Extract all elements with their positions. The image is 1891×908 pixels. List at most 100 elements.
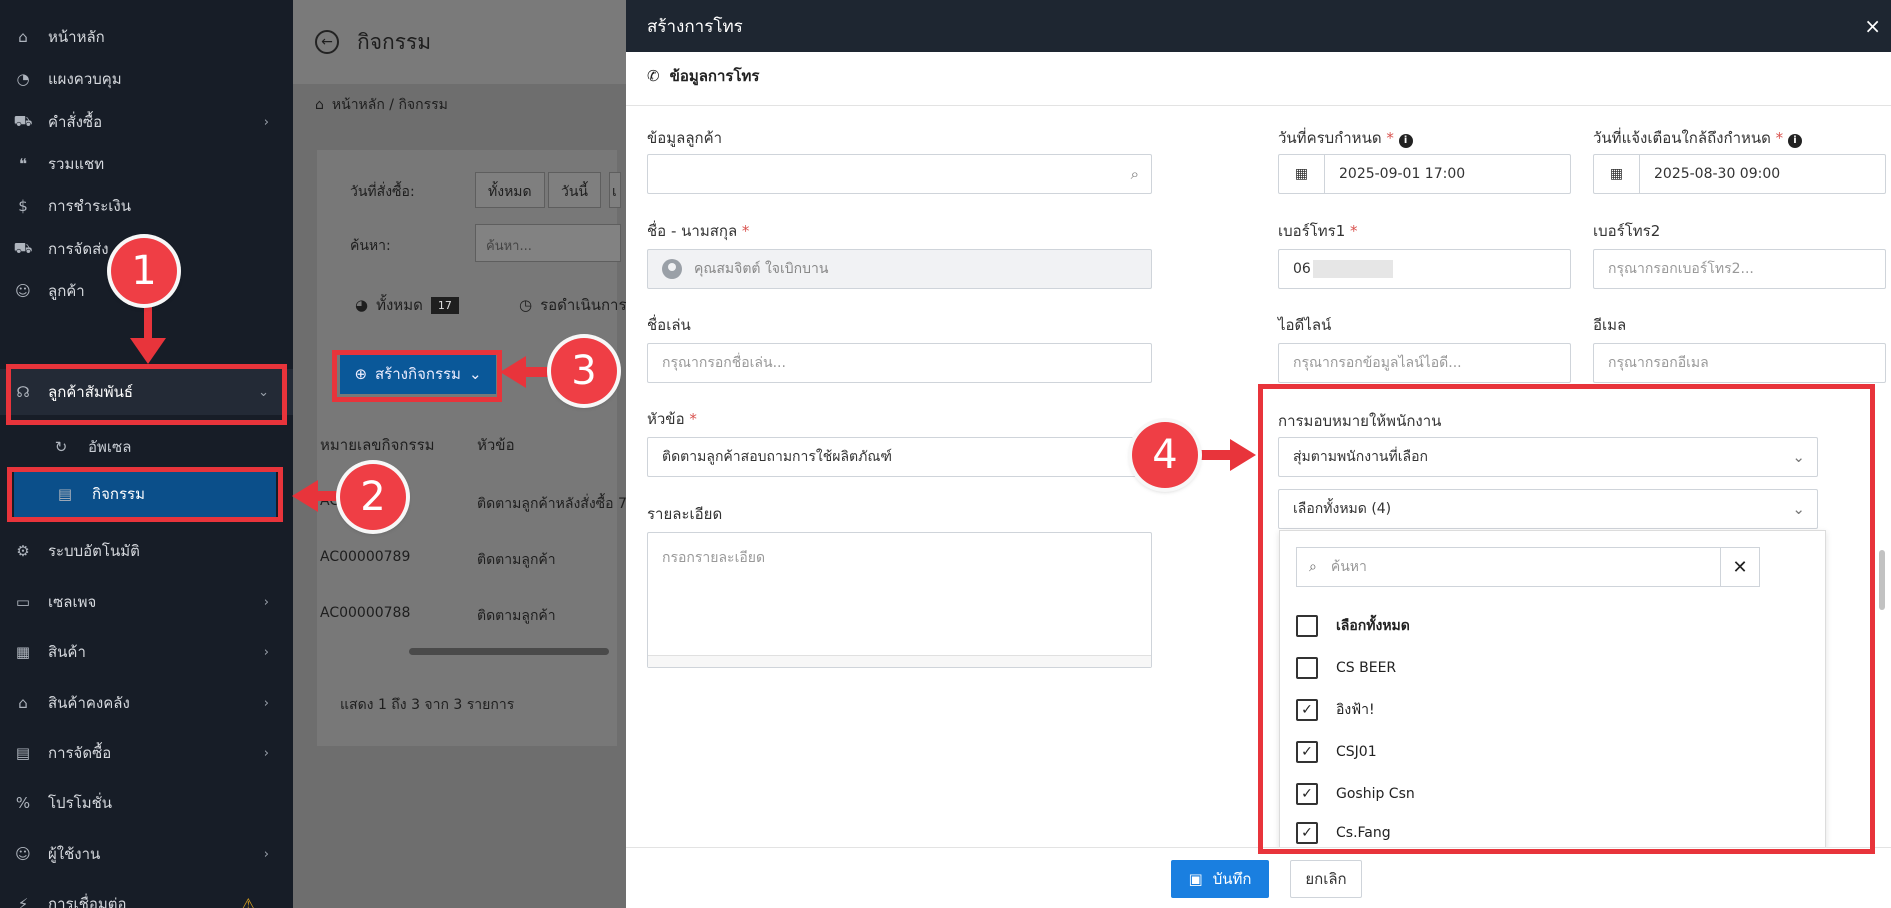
detail-textarea[interactable]: กรอกรายละเอียด	[647, 532, 1152, 668]
users-icon: ☺	[15, 282, 31, 300]
tab-all[interactable]: ◕ ทั้งหมด 17	[355, 293, 459, 317]
close-icon: ✕	[1732, 556, 1748, 578]
cancel-button[interactable]: ยกเลิก	[1290, 860, 1362, 898]
chevron-right-icon: ›	[263, 745, 269, 761]
call-info-section-title: ✆ ข้อมูลการโทร	[647, 64, 759, 88]
assignment-select[interactable]: สุ่มตามพนักงานที่เลือก ⌄	[1278, 437, 1818, 477]
option-staff[interactable]: ✓ Goship Csn	[1296, 779, 1415, 809]
sidebar-item-label: หน้าหลัก	[48, 28, 105, 46]
home-icon[interactable]: ⌂	[315, 97, 324, 113]
required-mark: *	[1386, 129, 1394, 147]
option-label: อิงฟ้า!	[1336, 702, 1375, 718]
chevron-right-icon: ›	[263, 846, 269, 862]
callout-badge-2: 2	[340, 464, 406, 530]
callout-badge-4: 4	[1132, 422, 1198, 488]
date-filter-more[interactable]: เ	[609, 172, 621, 208]
tab-count: 17	[430, 296, 459, 314]
resize-handle[interactable]	[648, 655, 1151, 667]
sidebar-item-crm[interactable]: ☊ ลูกค้าสัมพันธ์ ⌄	[0, 369, 293, 415]
sidebar-item-label: รวมแชท	[48, 155, 105, 173]
table-cell-subject[interactable]: ติดตามลูกค้า	[477, 549, 556, 571]
modal-scrollbar[interactable]	[1879, 540, 1885, 840]
table-horizontal-scrollbar[interactable]	[329, 646, 609, 656]
sidebar-item-promotion[interactable]: % โปรโมชั่น	[0, 780, 293, 826]
sidebar-item-label: ลูกค้า	[48, 282, 85, 300]
nickname-field[interactable]: กรุณากรอกชื่อเล่น...	[647, 343, 1152, 383]
sidebar-item-dashboard[interactable]: ◔ แผงควบคุม	[0, 56, 293, 102]
phone1-value: 06	[1293, 261, 1311, 277]
phone2-label: เบอร์โทร2	[1593, 222, 1661, 240]
sidebar-item-inventory[interactable]: ⌂ สินค้าคงคลัง ›	[0, 680, 293, 726]
sidebar-item-integrations[interactable]: ⚡ การเชื่อมต่อ ⚠	[0, 881, 293, 908]
required-mark: *	[689, 410, 697, 428]
option-select-all[interactable]: เลือกทั้งหมด	[1296, 611, 1410, 641]
email-placeholder: กรุณากรอกอีเมล	[1608, 355, 1709, 371]
sidebar-item-purchasing[interactable]: ▤ การจัดซื้อ ›	[0, 730, 293, 776]
table-cell-subject[interactable]: ติดตามลูกค้าหลังสั่งซื้อ 7	[477, 493, 627, 515]
sidebar-item-label: ระบบอัตโนมัติ	[48, 542, 140, 560]
sidebar-item-home[interactable]: ⌂ หน้าหลัก	[0, 14, 293, 60]
chevron-right-icon: ›	[263, 594, 269, 610]
table-cell-id: AC00000789	[320, 549, 411, 565]
sidebar-item-orders[interactable]: ⛟ คำสั่งซื้อ ›	[0, 99, 293, 145]
sidebar-item-users[interactable]: ☺ ผู้ใช้งาน ›	[0, 831, 293, 877]
option-staff[interactable]: CS BEER	[1296, 653, 1396, 683]
table-cell-subject[interactable]: ติดตามลูกค้า	[477, 605, 556, 627]
due-date-field[interactable]: ▦ 2025-09-01 17:00	[1278, 154, 1571, 194]
sidebar-item-products[interactable]: ▦ สินค้า ›	[0, 629, 293, 675]
plus-circle-icon: ⊕	[354, 365, 368, 383]
back-arrow-icon[interactable]: ←	[315, 30, 339, 54]
breadcrumb-text: หน้าหลัก / กิจกรรม	[331, 97, 448, 113]
option-staff[interactable]: ✓ อิงฟ้า!	[1296, 695, 1375, 725]
scrollbar-thumb[interactable]	[1879, 550, 1885, 610]
sidebar-item-salepage[interactable]: ▭ เซลเพจ ›	[0, 579, 293, 625]
create-activity-button[interactable]: ⊕ สร้างกิจกรรม ⌄	[340, 354, 496, 394]
option-staff[interactable]: ✓ CSJ01	[1296, 737, 1377, 767]
reminder-date-field[interactable]: ▦ 2025-08-30 09:00	[1593, 154, 1886, 194]
sidebar-item-label: ผู้ใช้งาน	[48, 845, 101, 863]
tab-pending[interactable]: ◷ รอดำเนินการ	[519, 293, 627, 317]
staff-dropdown-panel: ⌕ ค้นหา ✕ เลือกทั้งหมด CS BEER ✓ อิงฟ้า!…	[1279, 530, 1826, 848]
sidebar-item-label: การจัดส่ง	[48, 240, 109, 258]
save-button[interactable]: ▣ บันทึก	[1171, 860, 1269, 898]
checkbox-checked[interactable]: ✓	[1296, 741, 1318, 763]
phone1-label: เบอร์โทร1 *	[1278, 219, 1358, 243]
phone2-field[interactable]: กรุณากรอกเบอร์โทร2...	[1593, 249, 1886, 289]
search-input[interactable]: ค้นหา...	[475, 224, 621, 262]
sidebar-subitem-activities[interactable]: ▤ กิจกรรม	[14, 471, 276, 517]
arrow-right-icon	[1192, 439, 1256, 471]
sidebar-subitem-upsell[interactable]: ↻ อัพเซล	[0, 424, 293, 470]
sidebar-item-automation[interactable]: ⚙ ระบบอัตโนมัติ	[0, 528, 293, 574]
option-staff[interactable]: ✓ Cs.Fang	[1296, 820, 1391, 846]
checkbox-checked[interactable]: ✓	[1296, 822, 1318, 844]
email-field[interactable]: กรุณากรอกอีเมล	[1593, 343, 1886, 383]
scrollbar-thumb[interactable]	[409, 648, 609, 655]
date-filter-today[interactable]: วันนี้	[548, 172, 602, 208]
customer-search-field[interactable]: ⌕	[647, 154, 1152, 194]
reminder-date-label: วันที่แจ้งเตือนใกล้ถึงกำหนด * i	[1593, 126, 1802, 150]
phone1-field[interactable]: 06	[1278, 249, 1571, 289]
checkbox-checked[interactable]: ✓	[1296, 783, 1318, 805]
dropdown-search-input[interactable]: ⌕ ค้นหา	[1296, 547, 1721, 587]
calendar-icon: ▦	[1594, 155, 1640, 193]
staff-multiselect[interactable]: เลือกทั้งหมด (4) ⌄	[1278, 489, 1818, 529]
line-id-field[interactable]: กรุณากรอกข้อมูลไลน์ไอดี...	[1278, 343, 1571, 383]
info-icon[interactable]: i	[1398, 134, 1413, 148]
info-icon[interactable]: i	[1787, 134, 1802, 148]
checkbox-unchecked[interactable]	[1296, 615, 1318, 637]
name-field[interactable]: คุณสมจิตต์ ใจเบิกบาน	[647, 249, 1152, 289]
required-mark: *	[1775, 129, 1784, 147]
date-filter-all[interactable]: ทั้งหมด	[475, 172, 545, 208]
sidebar-item-chat[interactable]: ❝ รวมแชท	[0, 141, 293, 187]
close-icon[interactable]: ×	[1864, 14, 1881, 38]
chat-icon: ❝	[18, 155, 28, 173]
checkbox-checked[interactable]: ✓	[1296, 699, 1318, 721]
sidebar-item-payment[interactable]: $ การชำระเงิน	[0, 183, 293, 229]
sidebar-item-label: สินค้าคงคลัง	[48, 694, 130, 712]
clear-search-button[interactable]: ✕	[1720, 547, 1760, 587]
subject-select[interactable]: ติดตามลูกค้าสอบถามการใช้ผลิตภัณฑ์	[647, 437, 1152, 477]
plug-icon: ⚡	[17, 895, 29, 908]
tab-label: รอดำเนินการ	[540, 296, 627, 314]
tab-label: ทั้งหมด	[376, 296, 423, 314]
checkbox-unchecked[interactable]	[1296, 657, 1318, 679]
